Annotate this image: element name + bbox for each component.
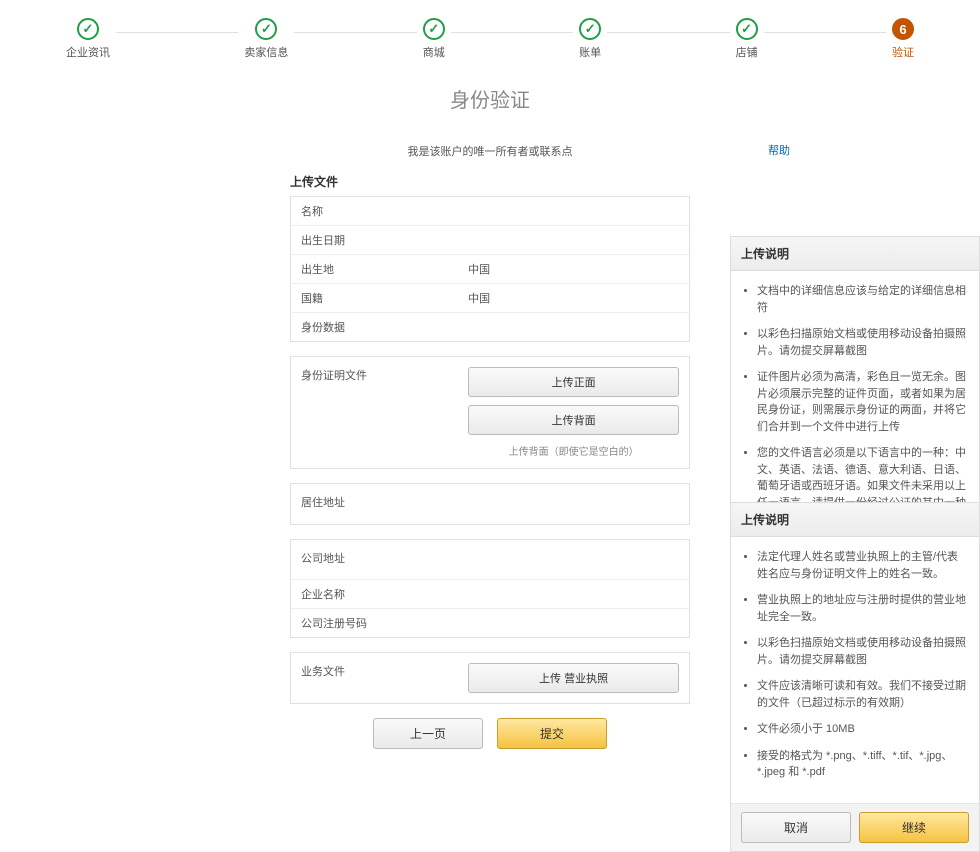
business-document-label: 业务文件	[291, 653, 458, 703]
field-value: 中国	[458, 255, 689, 284]
step-seller-info: 卖家信息	[238, 18, 294, 60]
company-address-label: 公司地址	[291, 540, 458, 579]
step-company-info: 企业资讯	[60, 18, 116, 60]
submit-button[interactable]: 提交	[497, 718, 607, 749]
check-icon	[255, 18, 277, 40]
table-row: 身份数据	[291, 313, 690, 342]
field-value: 中国	[458, 284, 689, 313]
field-value	[458, 226, 689, 255]
step-marketplace: 商城	[417, 18, 451, 60]
step-label: 企业资讯	[66, 44, 110, 60]
field-label: 名称	[291, 197, 459, 226]
field-label: 国籍	[291, 284, 459, 313]
help-link[interactable]: 帮助	[768, 142, 790, 158]
list-item: 以彩色扫描原始文档或使用移动设备拍摄照片。请勿提交屏幕截图	[757, 635, 969, 668]
step-billing: 账单	[573, 18, 607, 60]
step-label: 账单	[579, 44, 601, 60]
table-row: 出生地中国	[291, 255, 690, 284]
list-item: 法定代理人姓名或营业执照上的主管/代表姓名应与身份证明文件上的姓名一致。	[757, 549, 969, 582]
panel-title: 上传说明	[731, 503, 979, 537]
field-label: 身份数据	[291, 313, 459, 342]
main-content: 身份验证 帮助 我是该账户的唯一所有者或联系点 上传文件 名称 出生日期 出生地…	[190, 84, 790, 789]
id-document-block: 身份证明文件 上传正面 上传背面 上传背面（即使它是空白的）	[290, 356, 690, 469]
cancel-button[interactable]: 取消	[741, 812, 851, 843]
list-item: 接受的格式为 *.png、*.tiff、*.tif、*.jpg、*.jpeg 和…	[757, 748, 969, 781]
account-owner-statement: 我是该账户的唯一所有者或联系点	[290, 143, 690, 159]
list-item: 以彩色扫描原始文档或使用移动设备拍摄照片。请勿提交屏幕截图	[757, 326, 969, 359]
table-row: 国籍中国	[291, 284, 690, 313]
upload-back-button[interactable]: 上传背面	[468, 405, 679, 435]
progress-steps: 企业资讯 卖家信息 商城 账单 店铺 6 验证	[0, 0, 980, 64]
residence-address-block: 居住地址	[290, 483, 690, 525]
list-item: 证件图片必须为高清，彩色且一览无余。图片必须展示完整的证件页面，或者如果为居民身…	[757, 369, 969, 435]
field-value	[458, 197, 689, 226]
list-item: 营业执照上的地址应与注册时提供的营业地址完全一致。	[757, 592, 969, 625]
company-name-label: 企业名称	[291, 580, 458, 608]
list-item: 文件必须小于 10MB	[757, 721, 969, 738]
list-item: 文档中的详细信息应该与给定的详细信息相符	[757, 283, 969, 316]
step-number-icon: 6	[892, 18, 914, 40]
table-row: 名称	[291, 197, 690, 226]
identity-info-table: 名称 出生日期 出生地中国 国籍中国 身份数据	[290, 196, 690, 342]
check-icon	[736, 18, 758, 40]
company-info-block: 公司地址 企业名称 公司注册号码	[290, 539, 690, 638]
step-label: 卖家信息	[244, 44, 288, 60]
upload-back-hint: 上传背面（即使它是空白的）	[468, 443, 679, 458]
table-row: 出生日期	[291, 226, 690, 255]
panel-title: 上传说明	[731, 237, 979, 271]
step-store: 店铺	[730, 18, 764, 60]
action-bar: 上一页 提交	[290, 718, 690, 749]
list-item: 文件应该清晰可读和有效。我们不接受过期的文件（已超过标示的有效期）	[757, 678, 969, 711]
upload-instructions-panel-2: 上传说明 法定代理人姓名或营业执照上的主管/代表姓名应与身份证明文件上的姓名一致…	[730, 502, 980, 852]
field-value	[458, 313, 689, 342]
step-label: 商城	[423, 44, 445, 60]
business-document-block: 业务文件 上传 营业执照	[290, 652, 690, 704]
id-document-label: 身份证明文件	[291, 357, 458, 393]
check-icon	[579, 18, 601, 40]
previous-button[interactable]: 上一页	[373, 718, 483, 749]
field-label: 出生地	[291, 255, 459, 284]
step-verification: 6 验证	[886, 18, 920, 60]
continue-button[interactable]: 继续	[859, 812, 969, 843]
step-label: 店铺	[736, 44, 758, 60]
instructions-list: 法定代理人姓名或营业执照上的主管/代表姓名应与身份证明文件上的姓名一致。 营业执…	[737, 549, 969, 781]
upload-section-title: 上传文件	[290, 173, 690, 190]
check-icon	[77, 18, 99, 40]
page-title: 身份验证	[290, 84, 690, 113]
company-reg-label: 公司注册号码	[291, 609, 458, 637]
field-label: 出生日期	[291, 226, 459, 255]
step-label: 验证	[892, 44, 914, 60]
upload-license-button[interactable]: 上传 营业执照	[468, 663, 679, 693]
check-icon	[423, 18, 445, 40]
residence-address-label: 居住地址	[291, 484, 458, 524]
upload-front-button[interactable]: 上传正面	[468, 367, 679, 397]
